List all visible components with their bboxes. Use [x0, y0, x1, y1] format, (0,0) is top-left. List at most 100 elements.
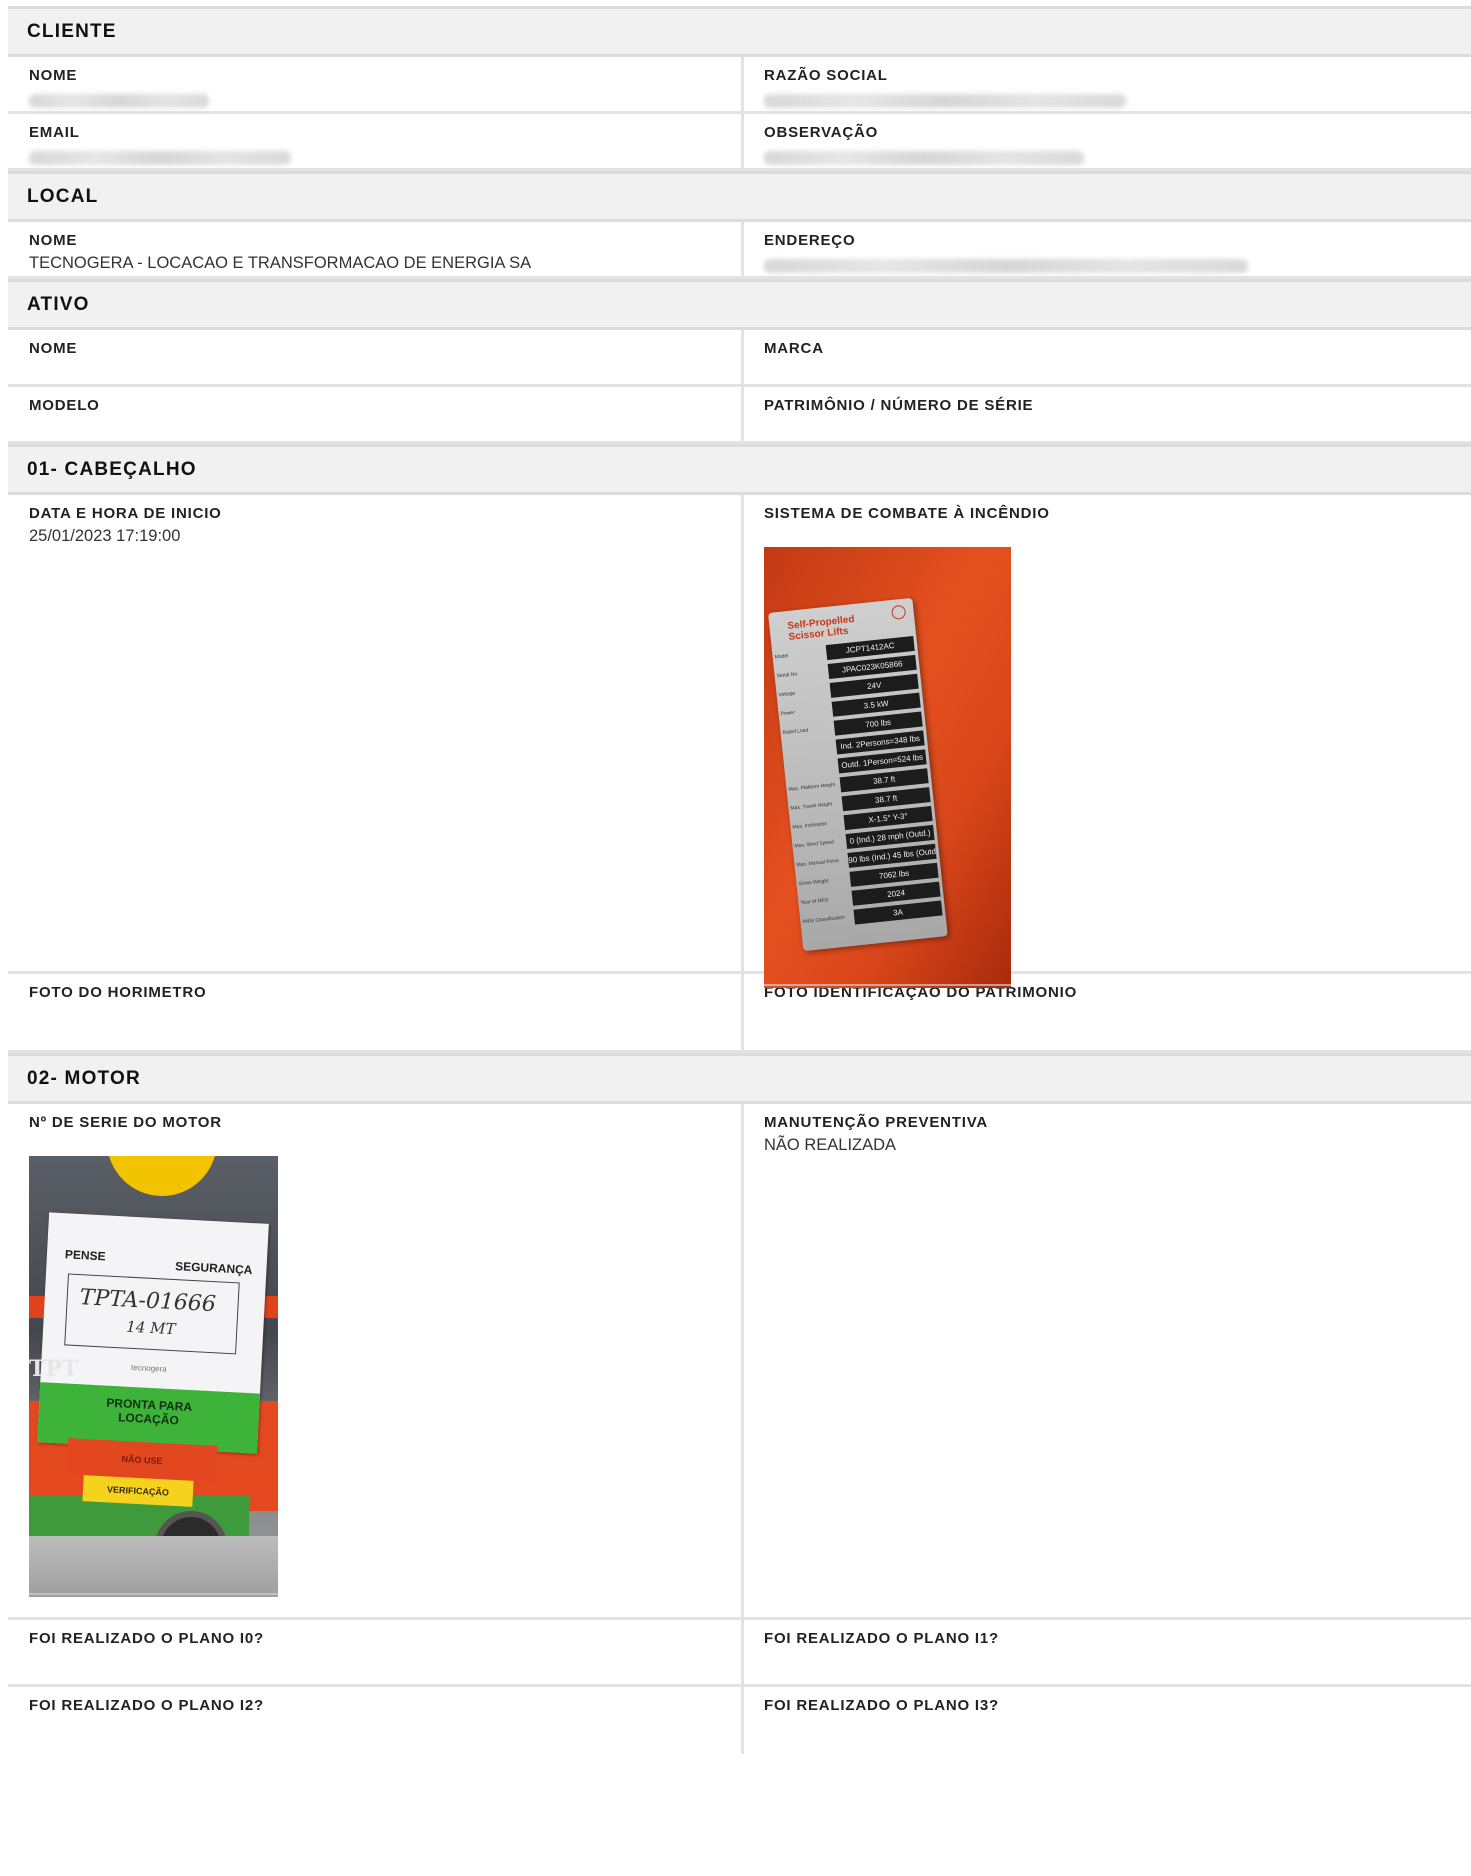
field-label: FOTO DO HORIMETRO	[29, 984, 207, 1001]
section-header-cliente: CLIENTE	[8, 6, 1471, 57]
field-label: MANUTENÇÃO PREVENTIVA	[764, 1114, 989, 1131]
field-label: DATA E HORA DE INICIO	[29, 505, 222, 522]
section-title: 01- CABEÇALHO	[27, 458, 197, 480]
field-row: Nº DE SERIE DO MOTOR PENSE SEGURANÇA TPT…	[8, 1104, 1471, 1620]
field-row: NOME MARCA	[8, 330, 1471, 387]
nameplate-rows: Model JCPT1412AC Serial No. JPAC023K05866 Vo…	[774, 634, 943, 932]
field-serie-motor: Nº DE SERIE DO MOTOR PENSE SEGURANÇA TPT…	[8, 1104, 744, 1617]
tag-write-box: TPTA-01666 14 MT	[64, 1273, 240, 1355]
field-row: NOME TECNOGERA - LOCACAO E TRANSFORMACAO…	[8, 222, 1471, 279]
field-label: MODELO	[29, 397, 100, 414]
nameplate-row-key: Voltage	[778, 690, 796, 699]
field-label: Nº DE SERIE DO MOTOR	[29, 1114, 222, 1131]
field-plano-i3: FOI REALIZADO O PLANO I3?	[744, 1687, 1471, 1754]
nameplate-row-key: Max. Inclination	[792, 820, 828, 831]
nameplate-row-key: Model	[774, 653, 789, 661]
field-marca: MARCA	[744, 330, 1471, 384]
field-plano-i1: FOI REALIZADO O PLANO I1?	[744, 1620, 1471, 1684]
section-title: CLIENTE	[27, 20, 117, 42]
field-label: RAZÃO SOCIAL	[764, 67, 888, 84]
nameplate-row-key: Year of MFG	[800, 897, 829, 907]
field-combate-incendio: SISTEMA DE COMBATE À INCÊNDIO Self-Prope…	[744, 495, 1471, 988]
nameplate-row-key: ANSI Classification	[802, 914, 846, 926]
redacted-value	[29, 94, 209, 108]
field-patrimonio: PATRIMÔNIO / NÚMERO DE SÉRIE	[744, 387, 1471, 441]
field-label: ENDEREÇO	[764, 232, 856, 249]
field-value: TECNOGERA - LOCACAO E TRANSFORMACAO DE E…	[29, 254, 532, 272]
safety-tag: PENSE SEGURANÇA TPTA-01666 14 MT tecnoge…	[37, 1212, 269, 1454]
field-row: MODELO PATRIMÔNIO / NÚMERO DE SÉRIE	[8, 387, 1471, 444]
field-nome: NOME	[8, 57, 744, 111]
field-value: 25/01/2023 17:19:00	[29, 527, 181, 545]
field-manutencao-preventiva: MANUTENÇÃO PREVENTIVA NÃO REALIZADA	[744, 1104, 1471, 1617]
nameplate-row-key: Max. Manual Force	[796, 857, 840, 869]
field-label: PATRIMÔNIO / NÚMERO DE SÉRIE	[764, 397, 1034, 414]
field-row: FOTO DO HORIMETRO FOTO IDENTIFICAÇÃO DO …	[8, 974, 1471, 1053]
field-plano-i2: FOI REALIZADO O PLANO I2?	[8, 1687, 744, 1754]
tag-handwriting-id: TPTA-01666	[79, 1285, 217, 1318]
warning-icon	[890, 604, 907, 621]
section-header-cabecalho: 01- CABEÇALHO	[8, 444, 1471, 495]
redacted-value	[29, 151, 291, 165]
redacted-value	[764, 259, 1248, 273]
tag-handwriting-size: 14 MT	[125, 1317, 176, 1339]
field-label: EMAIL	[29, 124, 80, 141]
nameplate-row-key: Max. Wind Speed	[794, 839, 835, 850]
nameplate-row-key: Max. Platform Height	[788, 781, 836, 793]
field-label: MARCA	[764, 340, 824, 357]
field-modelo: MODELO	[8, 387, 744, 441]
section-header-ativo: ATIVO	[8, 279, 1471, 330]
field-label: FOI REALIZADO O PLANO I0?	[29, 1630, 265, 1647]
field-local-nome: NOME TECNOGERA - LOCACAO E TRANSFORMACAO…	[8, 222, 744, 276]
field-row: NOME RAZÃO SOCIAL	[8, 57, 1471, 114]
redacted-value	[764, 151, 1084, 165]
field-label: FOI REALIZADO O PLANO I2?	[29, 1697, 265, 1714]
field-row: FOI REALIZADO O PLANO I0? FOI REALIZADO …	[8, 1620, 1471, 1687]
field-row: DATA E HORA DE INICIO 25/01/2023 17:19:0…	[8, 495, 1471, 988]
field-endereco: ENDEREÇO	[744, 222, 1471, 276]
nameplate-heading: Self-Propelled Scissor Lifts	[787, 614, 856, 643]
photo-caption-strip	[764, 984, 1011, 986]
nameplate-row-key	[787, 765, 839, 770]
tag-pense: PENSE	[64, 1247, 106, 1264]
floor	[29, 1536, 278, 1597]
field-observacao: OBSERVAÇÃO	[744, 114, 1471, 168]
field-ativo-nome: NOME	[8, 330, 744, 384]
field-label: NOME	[29, 232, 78, 249]
field-label: OBSERVAÇÃO	[764, 124, 879, 141]
engine-tag-photo[interactable]: PENSE SEGURANÇA TPTA-01666 14 MT tecnoge…	[29, 1156, 278, 1597]
emergency-button	[107, 1156, 217, 1196]
field-label: FOI REALIZADO O PLANO I1?	[764, 1630, 1000, 1647]
field-label: NOME	[29, 340, 78, 357]
tag-seguranca: SEGURANÇA	[174, 1259, 253, 1278]
nameplate: Self-Propelled Scissor Lifts Model JCPT14…	[768, 597, 948, 952]
field-value: NÃO REALIZADA	[764, 1136, 897, 1154]
lift-side-label: TPT	[29, 1356, 79, 1382]
nameplate-row-key: Serial No.	[776, 671, 799, 680]
report: CLIENTE NOME RAZÃO SOCIAL EMAIL OBSERVAÇ…	[8, 6, 1471, 1754]
nameplate-row-key: Max. Travel Height	[790, 801, 833, 812]
field-email: EMAIL	[8, 114, 744, 168]
nameplate-row-key: Power	[780, 709, 796, 718]
nameplate-row-key: Rated Load	[782, 727, 809, 737]
field-data-inicio: DATA E HORA DE INICIO 25/01/2023 17:19:0…	[8, 495, 744, 971]
field-label: SISTEMA DE COMBATE À INCÊNDIO	[764, 505, 1050, 522]
field-foto-horimetro: FOTO DO HORIMETRO	[8, 974, 744, 1050]
section-title: 02- MOTOR	[27, 1067, 141, 1089]
nameplate-photo[interactable]: Self-Propelled Scissor Lifts Model JCPT14…	[764, 547, 1011, 988]
field-row: EMAIL OBSERVAÇÃO	[8, 114, 1471, 171]
tag-brand: tecnogera	[130, 1362, 167, 1374]
field-label: FOI REALIZADO O PLANO I3?	[764, 1697, 1000, 1714]
field-label: NOME	[29, 67, 78, 84]
nameplate-row-key: Gross Weight	[798, 878, 829, 888]
section-header-motor: 02- MOTOR	[8, 1053, 1471, 1104]
section-title: ATIVO	[27, 293, 90, 315]
section-header-local: LOCAL	[8, 171, 1471, 222]
photo-caption-strip	[29, 1593, 278, 1595]
nameplate-row-key	[785, 747, 837, 752]
redacted-value	[764, 94, 1126, 108]
section-title: LOCAL	[27, 185, 99, 207]
field-row: FOI REALIZADO O PLANO I2? FOI REALIZADO …	[8, 1687, 1471, 1754]
field-razao-social: RAZÃO SOCIAL	[744, 57, 1471, 111]
field-plano-i0: FOI REALIZADO O PLANO I0?	[8, 1620, 744, 1684]
